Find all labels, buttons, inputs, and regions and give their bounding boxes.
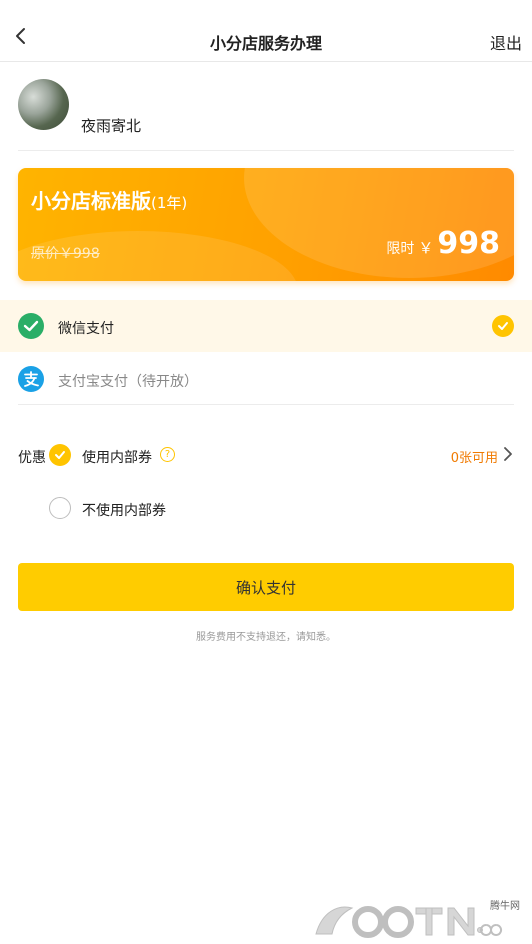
exit-button[interactable]: 退出 (490, 30, 522, 54)
user-name: 夜雨寄北 (81, 117, 142, 135)
plan-card: 小分店标准版(1年) 原价￥998 限时 ￥ 998 (18, 168, 514, 281)
available-coupons[interactable]: 0张可用 (451, 447, 498, 466)
selected-check-icon (492, 315, 514, 337)
wechat-pay-icon (18, 313, 44, 339)
payment-label: 支付宝支付（待开放） (58, 374, 198, 390)
refund-notice: 服务费用不支持退还，请知悉。 (196, 632, 336, 643)
qqtn-watermark-logo (315, 906, 503, 938)
plan-title: 小分店标准版(1年) (31, 185, 187, 214)
card-decoration (244, 168, 514, 278)
no-coupon-radio[interactable] (49, 497, 71, 519)
use-coupon-radio[interactable] (49, 444, 71, 466)
user-profile: 夜雨寄北 (18, 79, 514, 151)
discount-label: 优惠 (18, 450, 46, 466)
plan-duration: (1年) (151, 194, 188, 212)
help-icon[interactable]: ? (160, 447, 175, 462)
plan-name: 小分店标准版 (31, 189, 151, 213)
promo-price: 限时 ￥ 998 (386, 226, 500, 261)
limited-time-label: 限时 (386, 241, 415, 257)
original-price: 原价￥998 (31, 246, 100, 262)
avatar (18, 79, 69, 130)
page-title: 小分店服务办理 (209, 34, 322, 53)
price-value: 998 (437, 226, 500, 261)
header: 小分店服务办理 退出 (0, 0, 532, 62)
alipay-icon (18, 366, 44, 392)
payment-label: 微信支付 (58, 321, 114, 337)
use-coupon-label: 使用内部券 (82, 450, 152, 466)
payment-option-alipay[interactable]: 支付宝支付（待开放） (0, 353, 532, 405)
no-coupon-label: 不使用内部券 (82, 503, 166, 519)
divider (18, 404, 514, 405)
confirm-payment-button[interactable]: 确认支付 (18, 563, 514, 611)
payment-option-wechat[interactable]: 微信支付 (0, 300, 532, 352)
chevron-right-icon[interactable] (502, 446, 514, 462)
currency-symbol: ￥ (418, 239, 434, 257)
